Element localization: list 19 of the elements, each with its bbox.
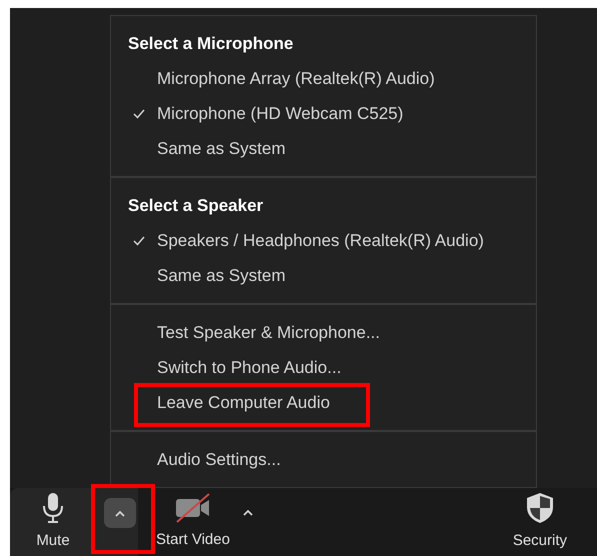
- menu-item[interactable]: Speakers / Headphones (Realtek(R) Audio): [157, 228, 484, 254]
- menu-item[interactable]: Microphone Array (Realtek(R) Audio): [157, 66, 435, 92]
- caret-icon: [115, 510, 125, 516]
- audio-options-button[interactable]: [104, 498, 136, 528]
- menu-item[interactable]: Same as System: [157, 262, 286, 288]
- menu-item[interactable]: Same as System: [157, 136, 286, 162]
- menu-item[interactable]: Microphone (HD Webcam C525): [157, 100, 404, 126]
- menu-item[interactable]: Switch to Phone Audio...: [157, 354, 342, 380]
- menu-item[interactable]: Leave Computer Audio: [157, 390, 330, 416]
- section-heading: Select a Microphone: [127, 32, 294, 55]
- menu-item[interactable]: Audio Settings...: [157, 446, 281, 472]
- section-heading: Select a Speaker: [127, 194, 264, 217]
- caret-icon: [242, 508, 253, 516]
- video-off-icon: [174, 492, 212, 523]
- start-video-button[interactable]: Start Video: [156, 488, 230, 556]
- security-button[interactable]: Security: [512, 488, 567, 556]
- shield-icon: [526, 492, 554, 524]
- menu-item[interactable]: Test Speaker & Microphone...: [157, 320, 380, 346]
- microphone-icon: [42, 492, 64, 524]
